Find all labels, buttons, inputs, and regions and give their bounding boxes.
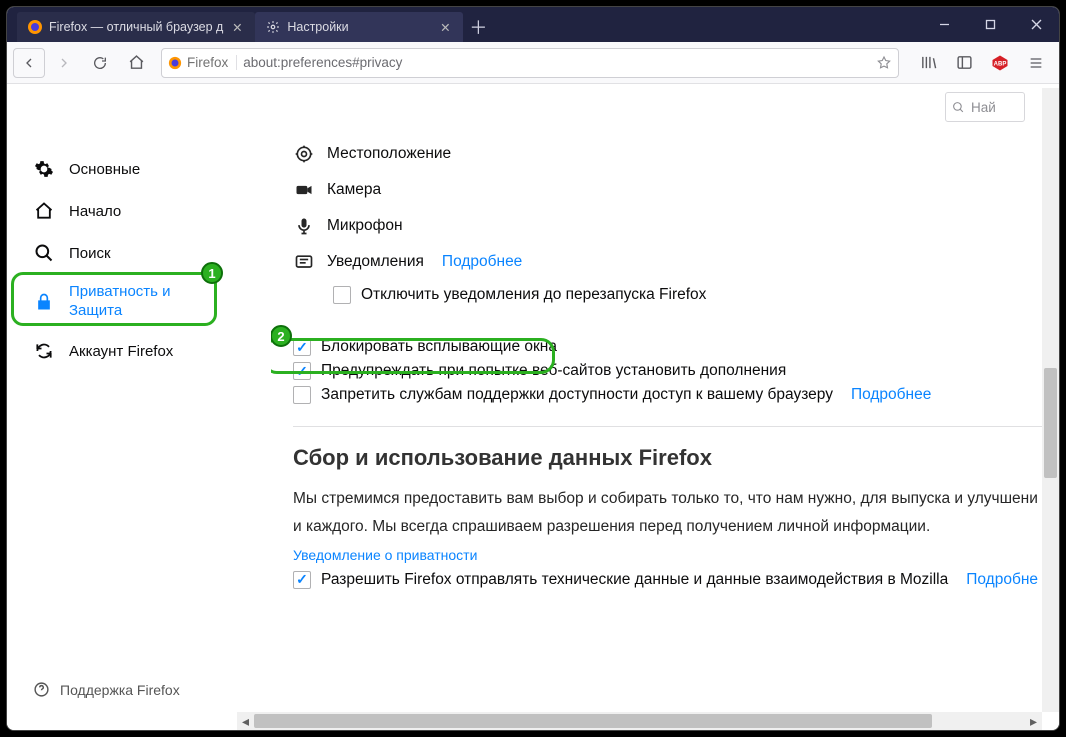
- permission-label: Микрофон: [327, 217, 403, 235]
- sidebar-item-search[interactable]: Поиск: [25, 232, 271, 274]
- checkbox-label: Предупреждать при попытке веб-сайтов уст…: [321, 362, 786, 380]
- bookmark-star-icon[interactable]: [876, 55, 892, 71]
- checkbox-allow-telemetry[interactable]: Разрешить Firefox отправлять технические…: [293, 571, 1042, 589]
- checkbox-label: Запретить службам поддержки доступности …: [321, 386, 833, 404]
- scrollbar-thumb[interactable]: [1044, 368, 1057, 478]
- question-icon: [33, 681, 50, 698]
- close-icon[interactable]: ✕: [229, 19, 245, 35]
- data-section-paragraph: Мы стремимся предоставить вам выбор и со…: [293, 485, 1042, 541]
- tab-firefox-home[interactable]: Firefox — отличный браузер д ✕: [17, 12, 255, 42]
- tab-settings[interactable]: Настройки ✕: [255, 12, 463, 42]
- permission-label: Местоположение: [327, 145, 451, 163]
- scroll-left-icon[interactable]: ◂: [237, 713, 254, 730]
- checkbox-label: Разрешить Firefox отправлять технические…: [321, 571, 948, 589]
- tab-strip: Firefox — отличный браузер д ✕ Настройки…: [7, 7, 493, 42]
- back-button[interactable]: [13, 48, 45, 78]
- identity-label: Firefox: [187, 55, 228, 70]
- sidebar-item-label: Аккаунт Firefox: [69, 343, 173, 360]
- learn-more-link[interactable]: Подробнее: [851, 386, 931, 404]
- vertical-scrollbar[interactable]: [1042, 88, 1059, 712]
- search-icon: [33, 242, 55, 264]
- titlebar: Firefox — отличный браузер д ✕ Настройки…: [7, 7, 1059, 42]
- privacy-notice-link[interactable]: Уведомление о приватности: [293, 547, 477, 563]
- permission-location: Местоположение: [293, 136, 1042, 172]
- sidebar-item-privacy[interactable]: Приватность и Защита: [25, 274, 271, 330]
- minimize-button[interactable]: [921, 7, 967, 42]
- permission-label: Камера: [327, 181, 381, 199]
- checkbox-label: Блокировать всплывающие окна: [321, 338, 557, 356]
- library-button[interactable]: [911, 47, 945, 79]
- sidebar-item-label: Приватность и: [69, 283, 171, 302]
- sidebar-item-label: Поиск: [69, 245, 111, 262]
- checkbox-icon[interactable]: [293, 571, 311, 589]
- nav-toolbar: Firefox about:preferences#privacy ABP: [7, 42, 1059, 84]
- sidebar-item-label: Начало: [69, 203, 121, 220]
- permission-notifications: Уведомления Подробнее: [293, 244, 1042, 280]
- scroll-right-icon[interactable]: ▸: [1025, 713, 1042, 730]
- sidebar-item-account[interactable]: Аккаунт Firefox: [25, 330, 271, 372]
- permission-camera: Камера: [293, 172, 1042, 208]
- horizontal-scrollbar[interactable]: ◂ ▸: [237, 712, 1042, 730]
- new-tab-button[interactable]: ＋: [463, 12, 493, 42]
- checkbox-label: Отключить уведомления до перезапуска Fir…: [361, 286, 706, 304]
- sidebar-item-label: Основные: [69, 161, 140, 178]
- settings-main: Местоположение Камера Микрофон Уведомлен…: [271, 84, 1042, 712]
- gear-icon: [265, 19, 281, 35]
- close-button[interactable]: [1013, 7, 1059, 42]
- microphone-icon: [293, 215, 315, 237]
- settings-sidebar: Основные Начало Поиск Приватность и Защи…: [7, 84, 271, 712]
- permission-microphone: Микрофон: [293, 208, 1042, 244]
- checkbox-disable-notifications[interactable]: Отключить уведомления до перезапуска Fir…: [333, 286, 1042, 304]
- scrollbar-thumb[interactable]: [254, 714, 932, 728]
- annotation-badge-1: 1: [201, 262, 223, 284]
- sidebar-toggle-button[interactable]: [947, 47, 981, 79]
- close-icon[interactable]: ✕: [437, 19, 453, 35]
- notification-icon: [293, 251, 315, 273]
- sync-icon: [33, 340, 55, 362]
- checkbox-icon[interactable]: [293, 386, 311, 404]
- annotation-badge-2: 2: [271, 325, 292, 347]
- tab-label: Настройки: [287, 20, 348, 34]
- learn-more-link[interactable]: Подробне: [966, 571, 1038, 589]
- menu-button[interactable]: [1019, 47, 1053, 79]
- checkbox-icon[interactable]: [293, 362, 311, 380]
- section-title-data: Сбор и использование данных Firefox: [293, 445, 1042, 471]
- camera-icon: [293, 179, 315, 201]
- permission-label: Уведомления: [327, 253, 424, 271]
- tab-label: Firefox — отличный браузер д: [49, 20, 223, 34]
- firefox-icon: [27, 19, 43, 35]
- url-text: about:preferences#privacy: [243, 55, 870, 70]
- forward-button[interactable]: [47, 47, 81, 79]
- window-controls: [921, 7, 1059, 42]
- home-button[interactable]: [119, 47, 153, 79]
- sidebar-item-general[interactable]: Основные: [25, 148, 271, 190]
- checkbox-block-a11y[interactable]: Запретить службам поддержки доступности …: [293, 386, 1042, 404]
- reload-button[interactable]: [83, 47, 117, 79]
- support-link[interactable]: Поддержка Firefox: [25, 681, 271, 698]
- location-icon: [293, 143, 315, 165]
- section-divider: [293, 426, 1042, 427]
- checkbox-icon[interactable]: [333, 286, 351, 304]
- lock-icon: [33, 291, 55, 313]
- abp-extension-icon[interactable]: ABP: [983, 47, 1017, 79]
- gear-icon: [33, 158, 55, 180]
- content-viewport: Най Основные Начало Поиск: [7, 84, 1059, 730]
- checkbox-icon[interactable]: [293, 338, 311, 356]
- support-label: Поддержка Firefox: [60, 682, 180, 698]
- checkbox-block-popups[interactable]: Блокировать всплывающие окна: [293, 338, 1042, 356]
- checkbox-warn-addons[interactable]: Предупреждать при попытке веб-сайтов уст…: [293, 362, 1042, 380]
- home-icon: [33, 200, 55, 222]
- svg-text:ABP: ABP: [994, 61, 1007, 67]
- maximize-button[interactable]: [967, 7, 1013, 42]
- learn-more-link[interactable]: Подробнее: [442, 253, 522, 271]
- identity-box[interactable]: Firefox: [168, 55, 237, 70]
- firefox-icon: [168, 56, 182, 70]
- sidebar-item-label: Защита: [69, 302, 171, 321]
- url-bar[interactable]: Firefox about:preferences#privacy: [161, 48, 899, 78]
- sidebar-item-home[interactable]: Начало: [25, 190, 271, 232]
